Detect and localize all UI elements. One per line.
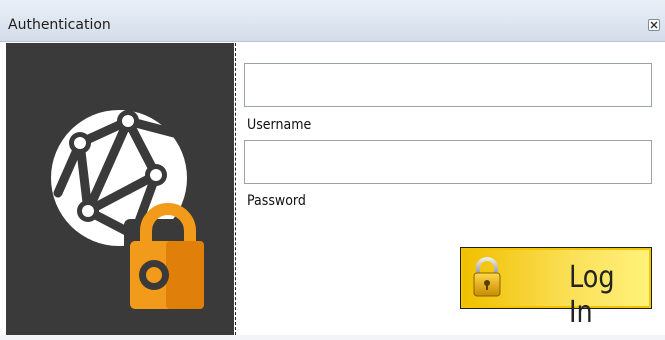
login-button-label: Log In: [569, 260, 615, 330]
close-icon: [650, 21, 658, 29]
window-title: Authentication: [8, 17, 111, 33]
network-globe-icon: [51, 110, 210, 311]
title-bar[interactable]: Authentication: [0, 0, 665, 42]
password-input[interactable]: [244, 140, 652, 184]
login-button[interactable]: Log In: [460, 247, 652, 330]
lock-icon: [473, 257, 501, 297]
close-button[interactable]: [648, 19, 660, 31]
login-form: Username Password Log In: [236, 43, 665, 335]
username-input[interactable]: [244, 63, 652, 107]
authentication-window: Authentication Username Password Log In: [0, 0, 665, 335]
username-label: Username: [247, 117, 312, 133]
padlock-icon: [124, 203, 210, 311]
branding-panel: [6, 43, 234, 335]
password-label: Password: [247, 193, 306, 209]
